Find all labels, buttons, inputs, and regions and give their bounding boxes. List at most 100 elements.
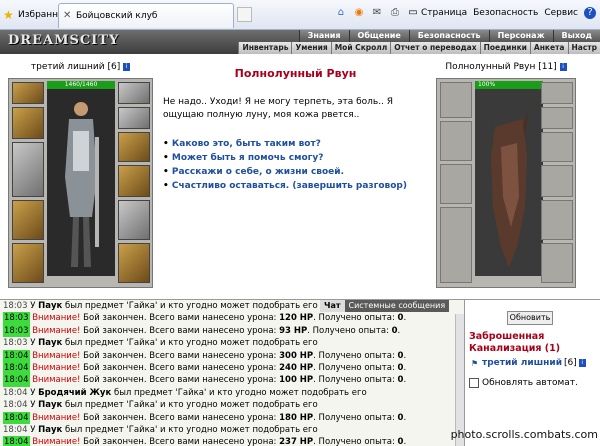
chat-warning: Внимание!: [32, 313, 81, 324]
player-panel: третий лишний [6] i 1460/1460: [8, 62, 153, 294]
chat-text: . Получено опыта:: [313, 375, 398, 386]
online-player-name[interactable]: третий лишний: [482, 358, 562, 368]
npc-slot: [541, 165, 573, 197]
online-player-level: [6]: [564, 358, 577, 368]
weapon-slot[interactable]: [12, 142, 44, 197]
chat-text: Бой закончен. Всего вами нанесено урона:: [80, 313, 280, 324]
shield-slot[interactable]: [118, 165, 150, 197]
menu-security[interactable]: Безопасность: [408, 30, 489, 42]
mail-icon[interactable]: ✉: [371, 7, 383, 19]
helmet-slot[interactable]: [12, 82, 44, 104]
refresh-button[interactable]: Обновить: [507, 311, 553, 325]
chat-warning: Внимание!: [32, 362, 81, 373]
chat-text: . Получено опыта:: [313, 437, 398, 446]
new-tab-button[interactable]: [237, 7, 252, 22]
page-menu[interactable]: ▭ Страница: [407, 7, 467, 19]
home-icon[interactable]: ⌂: [335, 7, 347, 19]
dialog-options: Каково это, быть таким вот? Может быть я…: [163, 137, 433, 193]
chat-monster-name: Паук: [38, 338, 63, 349]
submenu-transfers[interactable]: Отчет о переводах: [390, 42, 480, 54]
ring-slot[interactable]: [118, 132, 150, 162]
player-avatar: 1460/1460: [47, 81, 115, 276]
chat-time: 18:04: [3, 361, 30, 375]
dialog-option[interactable]: Счастливо оставаться. (завершить разгово…: [163, 179, 433, 193]
chat-line: 18:03 Внимание! Бой закончен. Всего вами…: [0, 324, 464, 338]
menu-character[interactable]: Персонаж: [488, 30, 553, 42]
chat-text: был предмет 'Гайка' и кто угодно может п…: [62, 338, 318, 349]
chat-line: 18:04 Внимание! Бой закончен. Всего вами…: [0, 436, 464, 446]
chat-text: .: [403, 412, 407, 423]
player-name[interactable]: третий лишний: [31, 62, 105, 72]
auto-refresh-label: Обновлять автомат.: [482, 378, 578, 388]
chat-text: .: [403, 437, 407, 446]
online-player: ⚑ третий лишний [6] i: [471, 358, 586, 368]
npc-level: [11]: [538, 62, 557, 72]
tools-menu-label: Сервис: [544, 8, 578, 18]
chat-text: .: [403, 350, 407, 361]
chat-text: Бой закончен. Всего вами нанесено урона:: [80, 350, 280, 361]
feeds-icon[interactable]: ◉: [353, 7, 365, 19]
tab-system-messages[interactable]: Системные сообщения: [344, 300, 450, 312]
auto-refresh-checkbox[interactable]: [469, 378, 479, 388]
armor-slot[interactable]: [12, 200, 44, 240]
chat-time: 18:03: [3, 312, 30, 325]
chat-text: Бой закончен. Всего вами нанесено урона:: [80, 362, 280, 373]
chat-line: 18:04 Внимание! Бой закончен. Всего вами…: [0, 361, 464, 375]
tab-chat[interactable]: Чат: [320, 300, 345, 312]
auto-refresh[interactable]: Обновлять автомат.: [469, 378, 578, 388]
chat-text: У: [27, 338, 39, 349]
info-icon[interactable]: i: [559, 62, 567, 71]
chat-text: У: [27, 424, 39, 435]
help-icon[interactable]: ?: [584, 7, 596, 19]
chat-scrollbar[interactable]: [455, 314, 464, 446]
submenu-profile[interactable]: Анкета: [529, 42, 568, 54]
pants-slot[interactable]: [118, 200, 150, 240]
chat-lines: 18:03 У Паук был предмет 'Гайка' и кто у…: [0, 300, 464, 446]
submenu-skills[interactable]: Умения: [291, 42, 331, 54]
tools-menu[interactable]: Сервис: [544, 8, 578, 18]
security-menu-label: Безопасность: [473, 8, 539, 18]
chat-monster-name: Паук: [38, 424, 63, 435]
menu-exit[interactable]: Выход: [552, 30, 600, 42]
chat-time: 18:04: [3, 411, 30, 424]
browser-tab[interactable]: ✕ Бойцовский клуб: [58, 3, 234, 28]
security-menu[interactable]: Безопасность: [473, 8, 538, 18]
chat-text: . Получено опыта:: [313, 313, 398, 324]
submenu-battles[interactable]: Поединки: [479, 42, 530, 54]
submenu-settings[interactable]: Настр: [567, 42, 600, 54]
npc-slot: [541, 132, 573, 162]
menu-communication[interactable]: Общение: [348, 30, 409, 42]
chat-tabs: Чат Системные сообщения: [320, 300, 450, 312]
dialog-option[interactable]: Может быть я помочь смогу?: [163, 151, 433, 165]
chat-time: 18:04: [3, 374, 30, 387]
player-name-line: третий лишний [6] i: [8, 62, 153, 74]
gloves-slot[interactable]: [118, 107, 150, 129]
chat-text: Бой закончен. Всего вами нанесено урона:: [80, 437, 280, 446]
chat-time: 18:04: [3, 387, 28, 398]
chat-line: 18:04 У Паук был предмет 'Гайка' и кто у…: [0, 399, 464, 411]
chat-text: был предмет 'Гайка' и кто угодно может п…: [62, 424, 318, 435]
page-menu-label: Страница: [420, 8, 468, 18]
tab-title: Бойцовский клуб: [76, 11, 158, 21]
boots-slot[interactable]: [118, 243, 150, 283]
npc-title: Полнолунный Рвун: [234, 67, 357, 80]
info-icon[interactable]: i: [578, 359, 586, 367]
menu-knowledge[interactable]: Знания: [298, 30, 349, 42]
belt-slot[interactable]: [12, 243, 44, 283]
clan-icon: ⚑: [471, 358, 479, 368]
earring-slot[interactable]: [118, 82, 150, 104]
chat-text: Бой закончен. Всего вами нанесено урона:: [80, 375, 280, 386]
submenu-inventory[interactable]: Инвентарь: [238, 42, 292, 54]
chat-damage: 237 HP: [279, 437, 314, 446]
npc-slot: [541, 243, 573, 283]
dialog-option[interactable]: Расскажи о себе, о жизни своей.: [163, 165, 433, 179]
amulet-slot[interactable]: [12, 107, 44, 139]
print-icon[interactable]: ⎙: [389, 7, 401, 19]
location-name: Заброшенная Канализация (1): [469, 331, 561, 354]
info-icon[interactable]: i: [123, 62, 131, 71]
dialog-option[interactable]: Каково это, быть таким вот?: [163, 137, 433, 151]
submenu-my-scroll[interactable]: Мой Скролл: [330, 42, 391, 54]
npc-name: Полнолунный Рвун: [445, 62, 536, 72]
npc-slot: [440, 82, 472, 118]
top-menu: Знания Общение Безопасность Персонаж Вых…: [298, 30, 600, 42]
